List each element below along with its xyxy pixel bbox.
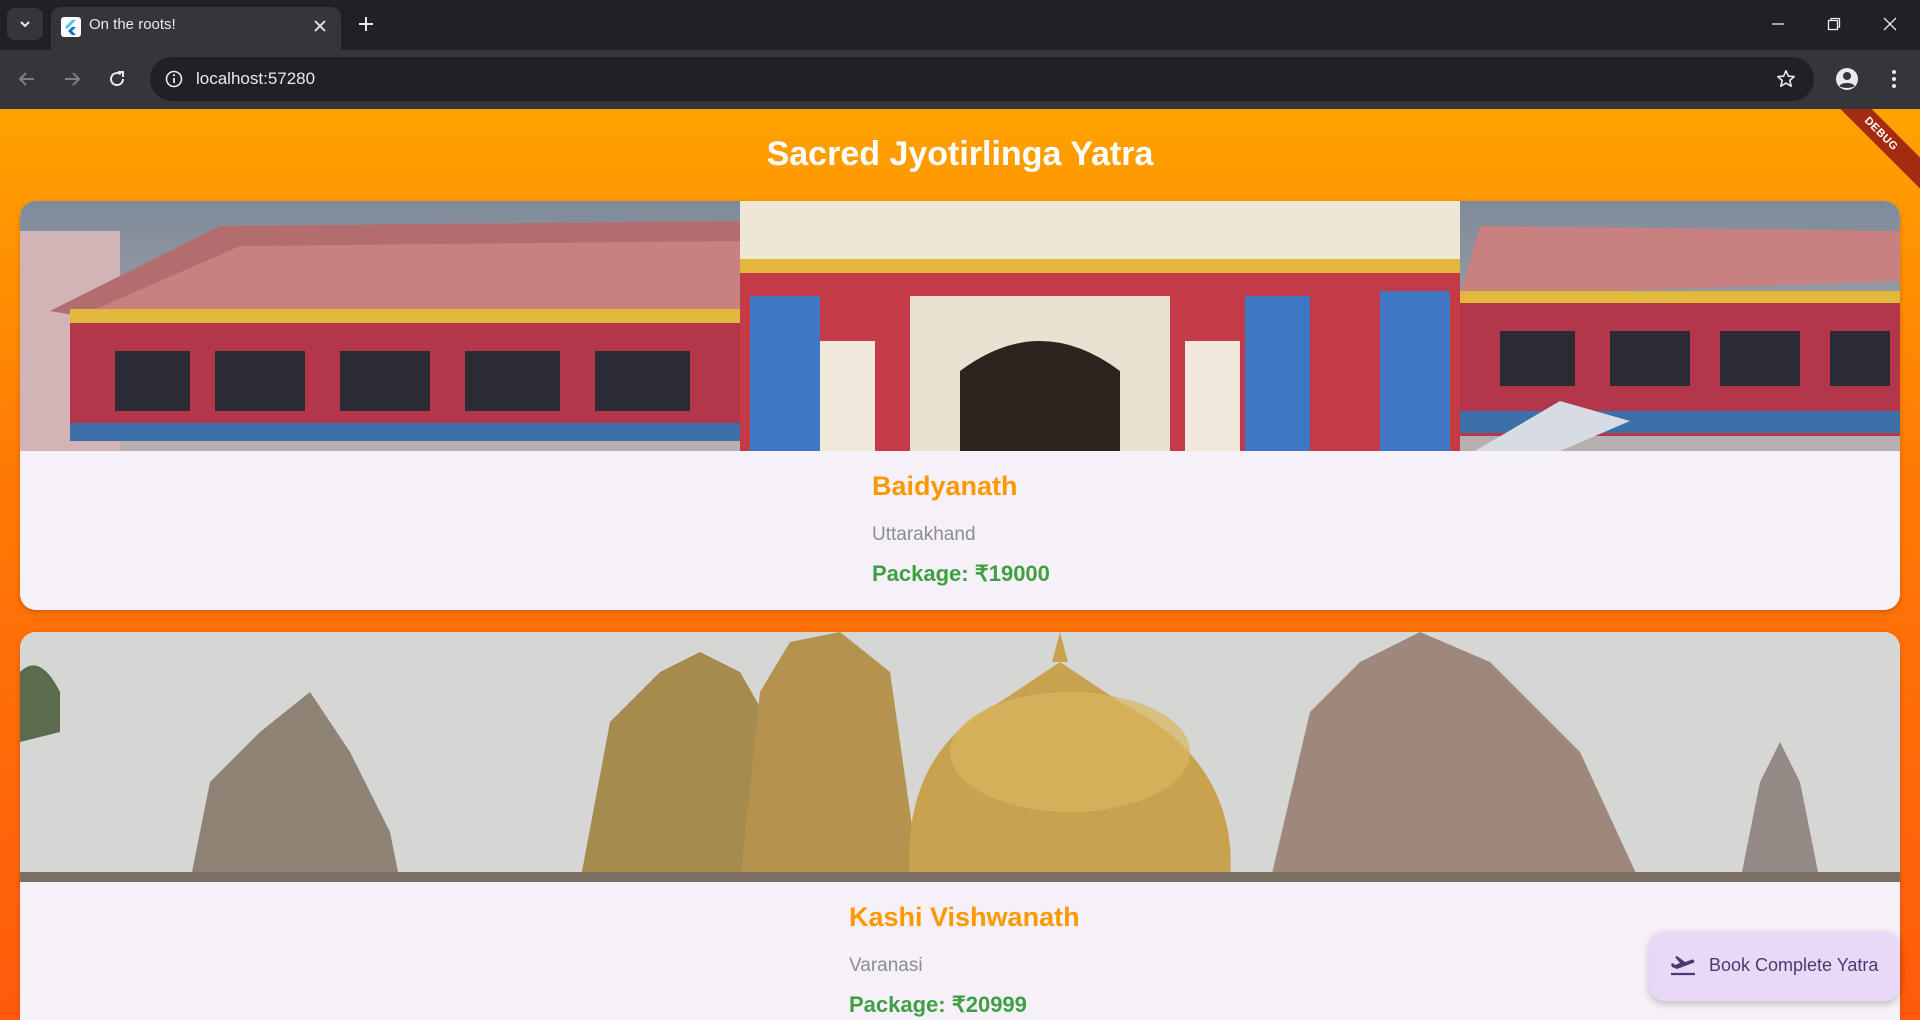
forward-button[interactable] [55,62,89,96]
person-icon [1836,68,1858,90]
star-icon [1777,70,1795,87]
arrow-left-icon [18,72,34,86]
url-text[interactable]: localhost:57280 [196,69,315,89]
fab-label: Book Complete Yatra [1709,955,1879,975]
plus-icon [359,17,373,31]
reload-icon [110,71,125,87]
browser-toolbar: localhost:57280 [0,50,1920,109]
info-icon [165,70,183,88]
temple-price: Package: ₹19000 [872,561,1050,586]
browser-tab[interactable]: On the roots! [51,7,341,50]
temple-location: Uttarakhand [872,524,976,545]
book-complete-yatra-button[interactable]: Book Complete Yatra [1649,931,1900,1001]
address-bar[interactable]: localhost:57280 [150,57,1814,101]
flutter-icon [61,17,81,37]
kebab-menu-icon [1892,70,1896,88]
restore-button[interactable] [1806,0,1862,48]
site-info-button[interactable] [160,65,188,93]
temple-location: Varanasi [849,955,923,976]
profile-button[interactable] [1830,62,1864,96]
temple-image [20,201,1900,451]
back-button[interactable] [10,62,44,96]
temple-card[interactable]: Kashi Vishwanath Varanasi Package: ₹2099… [20,632,1900,1020]
reload-button[interactable] [100,62,134,96]
bookmark-button[interactable] [1772,65,1800,93]
close-tab-button[interactable] [309,15,331,37]
browser-menu-button[interactable] [1877,62,1911,96]
minimize-button[interactable] [1750,0,1806,48]
minimize-icon [1772,23,1784,25]
temple-name: Baidyanath [872,471,1018,501]
restore-icon [1827,17,1841,31]
new-tab-button[interactable] [352,10,380,38]
close-icon [314,20,326,32]
temple-price: Package: ₹20999 [849,992,1027,1017]
page-title: Sacred Jyotirlinga Yatra [766,135,1154,173]
tab-title: On the roots! [89,16,176,33]
arrow-right-icon [65,72,81,86]
temple-image [20,632,1900,882]
close-icon [1883,17,1897,31]
app-viewport: Sacred Jyotirlinga Yatra DEBUG Baidyanat… [0,109,1920,1020]
browser-tabstrip: On the roots! [0,0,1920,50]
chevron-down-icon [20,21,30,28]
close-window-button[interactable] [1862,0,1918,48]
temple-name: Kashi Vishwanath [849,902,1080,932]
tab-search-button[interactable] [7,8,43,40]
flight-takeoff-icon [1671,956,1695,976]
temple-card[interactable]: Baidyanath Uttarakhand Package: ₹19000 [20,201,1900,610]
